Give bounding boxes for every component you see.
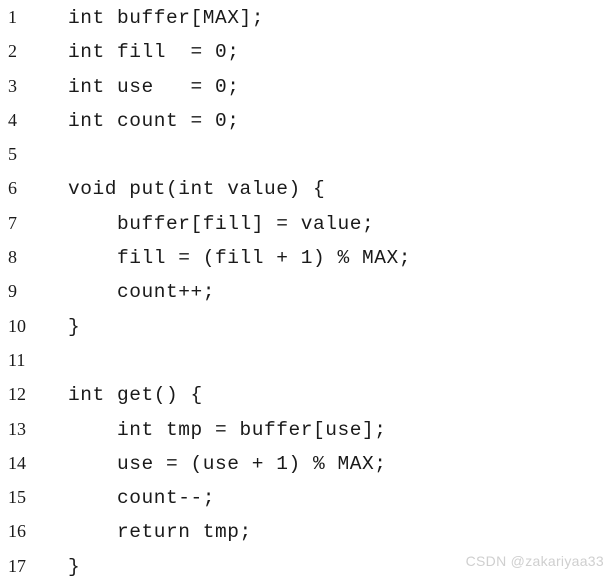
code-line: 3 int use = 0; [0,69,615,103]
line-code: return tmp; [68,521,252,544]
line-number: 4 [8,109,17,130]
code-line: 11 [0,343,615,377]
code-line: 13 int tmp = buffer[use]; [0,412,615,446]
line-number: 10 [8,315,26,336]
line-number: 5 [8,144,17,165]
code-line: 7 buffer[fill] = value; [0,206,615,240]
line-code: int get() { [68,384,203,407]
line-code: use = (use + 1) % MAX; [68,452,387,475]
watermark-text: CSDN @zakariyaa33 [465,553,604,569]
code-line: 16 return tmp; [0,514,615,548]
code-line: 8 fill = (fill + 1) % MAX; [0,240,615,274]
code-line: 9 count++; [0,274,615,308]
code-line: 5 [0,137,615,171]
line-number: 9 [8,281,17,302]
line-number: 6 [8,178,17,199]
code-listing: 1 int buffer[MAX]; 2 int fill = 0; 3 int use … [0,0,615,583]
line-number: 14 [8,452,26,473]
code-line: 14 use = (use + 1) % MAX; [0,446,615,480]
line-code: } [68,315,81,338]
line-code: count++; [68,281,216,304]
code-line: 2 int fill = 0; [0,34,615,68]
line-code: int tmp = buffer[use]; [68,418,387,441]
line-code: int buffer[MAX]; [68,7,265,29]
line-code: fill = (fill + 1) % MAX; [68,247,412,270]
line-number: 16 [8,521,26,542]
line-number: 7 [8,212,17,233]
line-number: 3 [8,75,17,96]
line-code: buffer[fill] = value; [68,212,375,235]
line-number: 1 [8,7,17,27]
line-number: 8 [8,247,17,268]
line-number: 17 [8,555,26,576]
line-number: 2 [8,41,17,62]
code-line: 12 int get() { [0,377,615,411]
line-number: 15 [8,487,26,508]
code-line: 4 int count = 0; [0,103,615,137]
code-line: 10} [0,309,615,343]
line-number: 11 [8,349,26,370]
line-number: 12 [8,384,26,405]
line-number: 13 [8,418,26,439]
line-code: int use = 0; [68,75,240,98]
code-line: 1 int buffer[MAX]; [0,0,615,34]
code-line: 6 void put(int value) { [0,171,615,205]
line-code: void put(int value) { [68,178,326,201]
line-code: count--; [68,487,216,510]
code-line: 15 count--; [0,480,615,514]
line-code: int count = 0; [68,109,240,132]
line-code: int fill = 0; [68,41,240,64]
